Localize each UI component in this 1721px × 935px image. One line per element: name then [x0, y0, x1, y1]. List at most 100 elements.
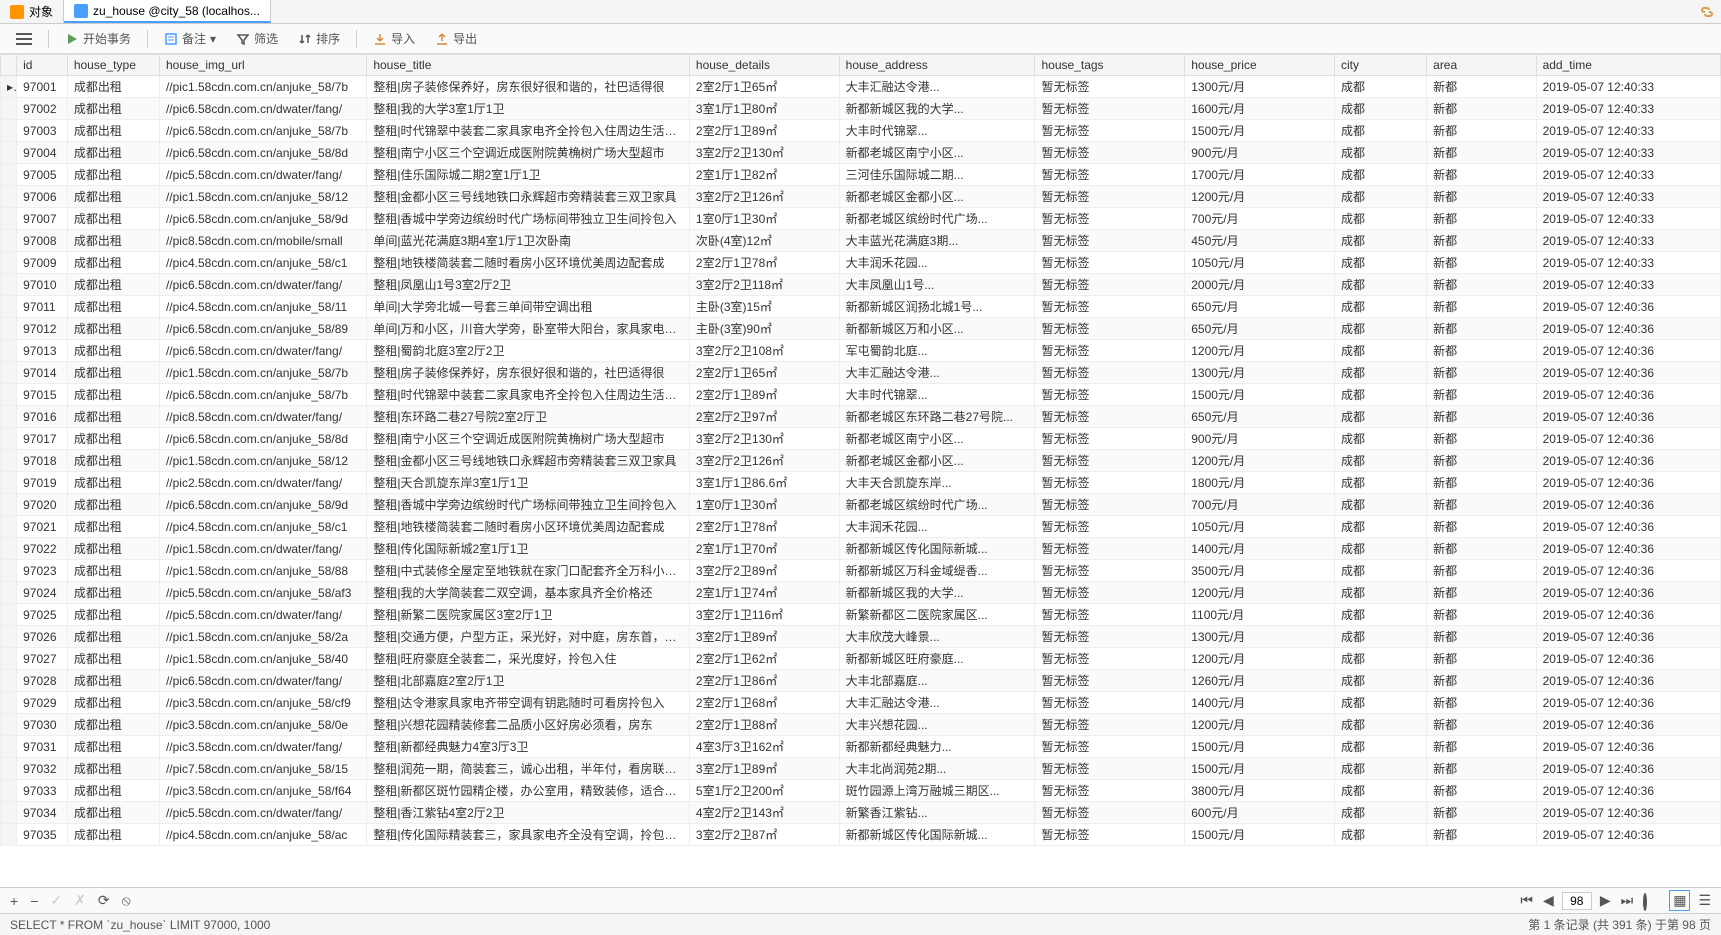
table-row[interactable]: 97028成都出租//pic6.58cdn.com.cn/dwater/fang…	[1, 670, 1721, 692]
col-house_title[interactable]: house_title	[367, 55, 690, 76]
cell[interactable]: 成都	[1334, 802, 1426, 824]
cell[interactable]: 暂无标签	[1035, 318, 1185, 340]
cell[interactable]: //pic6.58cdn.com.cn/dwater/fang/	[159, 274, 366, 296]
cell[interactable]: 单间|大学旁北城一号套三单间带空调出租	[367, 296, 690, 318]
cell[interactable]: 暂无标签	[1035, 538, 1185, 560]
cell[interactable]: //pic6.58cdn.com.cn/anjuke_58/89	[159, 318, 366, 340]
table-row[interactable]: 97025成都出租//pic5.58cdn.com.cn/dwater/fang…	[1, 604, 1721, 626]
table-row[interactable]: 97011成都出租//pic4.58cdn.com.cn/anjuke_58/1…	[1, 296, 1721, 318]
cell[interactable]: 成都	[1334, 472, 1426, 494]
cell[interactable]: 3室2厅2卫87㎡	[689, 824, 839, 846]
cell[interactable]: 成都出租	[67, 516, 159, 538]
cell[interactable]: 650元/月	[1185, 296, 1335, 318]
cell[interactable]: 2室2厅1卫65㎡	[689, 76, 839, 98]
cell[interactable]: 成都	[1334, 98, 1426, 120]
cell[interactable]: 成都出租	[67, 450, 159, 472]
table-row[interactable]: 97020成都出租//pic6.58cdn.com.cn/anjuke_58/9…	[1, 494, 1721, 516]
cell[interactable]: 整租|房子装修保养好，房东很好很和谐的，社巴适得很	[367, 362, 690, 384]
cell[interactable]: 暂无标签	[1035, 824, 1185, 846]
cell[interactable]: 新都	[1427, 560, 1536, 582]
cell[interactable]: 3500元/月	[1185, 560, 1335, 582]
cell[interactable]: //pic1.58cdn.com.cn/dwater/fang/	[159, 538, 366, 560]
cell[interactable]: 新都老城区东环路二巷27号院...	[839, 406, 1035, 428]
table-row[interactable]: 97024成都出租//pic5.58cdn.com.cn/anjuke_58/a…	[1, 582, 1721, 604]
grid-view-button[interactable]: ▦	[1669, 890, 1690, 911]
cell[interactable]: 暂无标签	[1035, 780, 1185, 802]
cell[interactable]: 成都	[1334, 626, 1426, 648]
cell[interactable]: 2室2厅1卫78㎡	[689, 252, 839, 274]
cell[interactable]: 1600元/月	[1185, 98, 1335, 120]
cell[interactable]: 97001	[17, 76, 68, 98]
cell[interactable]: 2室2厅1卫78㎡	[689, 516, 839, 538]
cell[interactable]: 暂无标签	[1035, 274, 1185, 296]
cell[interactable]: 97019	[17, 472, 68, 494]
cell[interactable]: 2019-05-07 12:40:36	[1536, 780, 1720, 802]
cell[interactable]: 2019-05-07 12:40:36	[1536, 582, 1720, 604]
cell[interactable]: 暂无标签	[1035, 76, 1185, 98]
cell[interactable]: 新繁新都区二医院家属区...	[839, 604, 1035, 626]
cell[interactable]: 新都老城区金都小区...	[839, 450, 1035, 472]
cell[interactable]: 新都	[1427, 274, 1536, 296]
cell[interactable]: 大丰北部嘉庭...	[839, 670, 1035, 692]
cell[interactable]: //pic5.58cdn.com.cn/dwater/fang/	[159, 802, 366, 824]
cell[interactable]: 1500元/月	[1185, 824, 1335, 846]
commit-button[interactable]: ✓	[48, 890, 64, 911]
cell[interactable]: 900元/月	[1185, 428, 1335, 450]
cell[interactable]: 4室3厅3卫162㎡	[689, 736, 839, 758]
cell[interactable]: //pic6.58cdn.com.cn/anjuke_58/9d	[159, 494, 366, 516]
cell[interactable]: 新都	[1427, 142, 1536, 164]
cell[interactable]: 2室2厅1卫88㎡	[689, 714, 839, 736]
table-row[interactable]: 97033成都出租//pic3.58cdn.com.cn/anjuke_58/f…	[1, 780, 1721, 802]
cell[interactable]: 成都	[1334, 538, 1426, 560]
cell[interactable]: 新都	[1427, 76, 1536, 98]
cell[interactable]: 成都	[1334, 384, 1426, 406]
cell[interactable]: 大丰汇融达令港...	[839, 692, 1035, 714]
cell[interactable]: 新都	[1427, 296, 1536, 318]
cell[interactable]: 2019-05-07 12:40:36	[1536, 494, 1720, 516]
cell[interactable]: 新都	[1427, 604, 1536, 626]
cell[interactable]: 整租|传化国际精装套三，家具家电齐全没有空调，拎包入住	[367, 824, 690, 846]
cell[interactable]: 2019-05-07 12:40:36	[1536, 538, 1720, 560]
cell[interactable]: 成都出租	[67, 98, 159, 120]
cell[interactable]: 2019-05-07 12:40:36	[1536, 824, 1720, 846]
col-house_price[interactable]: house_price	[1185, 55, 1335, 76]
cell[interactable]: 成都出租	[67, 186, 159, 208]
cell[interactable]: 成都出租	[67, 648, 159, 670]
cell[interactable]: //pic3.58cdn.com.cn/dwater/fang/	[159, 736, 366, 758]
table-row[interactable]: ▸97001成都出租//pic1.58cdn.com.cn/anjuke_58/…	[1, 76, 1721, 98]
import-button[interactable]: 导入	[365, 26, 423, 51]
cell[interactable]: 新都新城区我的大学...	[839, 582, 1035, 604]
cell[interactable]: 2019-05-07 12:40:36	[1536, 802, 1720, 824]
cell[interactable]: 整租|佳乐国际城二期2室1厅1卫	[367, 164, 690, 186]
cell[interactable]: 新都老城区南宁小区...	[839, 428, 1035, 450]
cell[interactable]: 新都老城区缤纷时代广场...	[839, 494, 1035, 516]
cell[interactable]: 新都老城区金都小区...	[839, 186, 1035, 208]
cell[interactable]: 整租|东环路二巷27号院2室2厅卫	[367, 406, 690, 428]
cell[interactable]: 1100元/月	[1185, 604, 1335, 626]
cell[interactable]: 整租|我的大学简装套二双空调，基本家具齐全价格还	[367, 582, 690, 604]
export-button[interactable]: 导出	[427, 26, 485, 51]
cell[interactable]: 新都	[1427, 406, 1536, 428]
table-row[interactable]: 97032成都出租//pic7.58cdn.com.cn/anjuke_58/1…	[1, 758, 1721, 780]
cell[interactable]: 成都	[1334, 648, 1426, 670]
cell[interactable]: 新都	[1427, 230, 1536, 252]
cell[interactable]: 97023	[17, 560, 68, 582]
cell[interactable]: 2室1厅1卫82㎡	[689, 164, 839, 186]
cell[interactable]: 单间|万和小区，川音大学旁，卧室带大阳台，家具家电齐全	[367, 318, 690, 340]
cell[interactable]: 新都	[1427, 428, 1536, 450]
cell[interactable]: 2019-05-07 12:40:36	[1536, 626, 1720, 648]
cell[interactable]: 暂无标签	[1035, 384, 1185, 406]
cell[interactable]: 成都出租	[67, 472, 159, 494]
cell[interactable]: 97006	[17, 186, 68, 208]
cell[interactable]: 新都新城区润扬北城1号...	[839, 296, 1035, 318]
cell[interactable]: 暂无标签	[1035, 98, 1185, 120]
cell[interactable]: 成都	[1334, 824, 1426, 846]
cell[interactable]: 新都新城区传化国际新城...	[839, 538, 1035, 560]
cell[interactable]: 新都	[1427, 736, 1536, 758]
cell[interactable]: 700元/月	[1185, 208, 1335, 230]
cell[interactable]: 成都	[1334, 780, 1426, 802]
cell[interactable]: 整租|南宁小区三个空调近成医附院黄桷树广场大型超市	[367, 142, 690, 164]
stop-button[interactable]: ⦸	[120, 890, 133, 911]
cell[interactable]: 整租|香城中学旁边缤纷时代广场标间带独立卫生间拎包入	[367, 494, 690, 516]
cell[interactable]: 暂无标签	[1035, 692, 1185, 714]
